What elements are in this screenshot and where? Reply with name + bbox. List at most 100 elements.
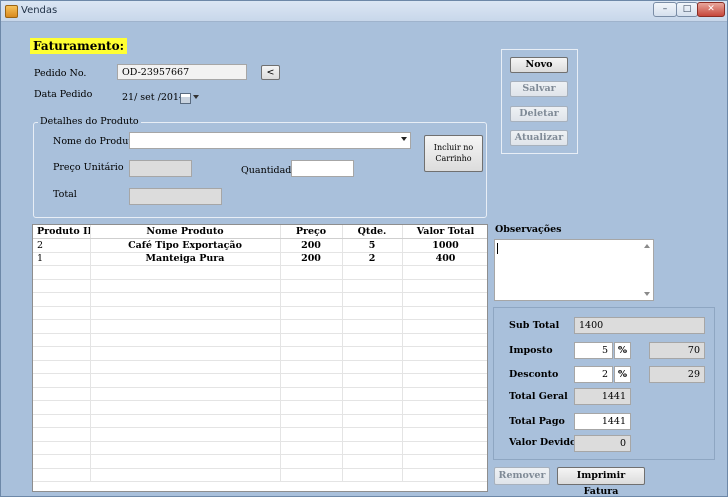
products-grid[interactable]: Produto ID Nome Produto Preço Qtde. Valo… bbox=[32, 224, 488, 492]
empty-cell bbox=[402, 360, 487, 374]
empty-cell bbox=[90, 333, 281, 347]
col-produto-id[interactable]: Produto ID bbox=[33, 225, 91, 239]
novo-button[interactable]: Novo bbox=[510, 57, 568, 73]
empty-cell bbox=[342, 319, 403, 334]
total-label: Total bbox=[53, 189, 77, 200]
quantidade-label: Quantidade bbox=[241, 165, 297, 176]
empty-cell bbox=[90, 279, 281, 293]
pedido-back-button[interactable]: < bbox=[261, 65, 280, 80]
empty-table-row bbox=[33, 292, 487, 307]
desconto-percent-field[interactable]: 2 bbox=[574, 366, 613, 383]
empty-table-row bbox=[33, 454, 487, 469]
empty-cell bbox=[280, 306, 343, 320]
scroll-up-icon[interactable] bbox=[644, 244, 650, 248]
desconto-label: Desconto bbox=[509, 369, 559, 380]
empty-cell bbox=[33, 400, 91, 415]
calendar-icon[interactable] bbox=[180, 93, 191, 104]
empty-cell bbox=[280, 427, 343, 442]
pedido-label: Pedido No. bbox=[34, 68, 87, 79]
empty-cell bbox=[402, 279, 487, 293]
desconto-percent-symbol: % bbox=[614, 366, 631, 383]
quantidade-field[interactable] bbox=[291, 160, 354, 177]
empty-table-row bbox=[33, 346, 487, 361]
empty-rows bbox=[33, 265, 487, 482]
form-client-area: Faturamento: Pedido No. OD-23957667 < Da… bbox=[7, 22, 721, 497]
empty-cell bbox=[90, 400, 281, 415]
col-qtde[interactable]: Qtde. bbox=[342, 225, 403, 239]
empty-cell bbox=[280, 454, 343, 469]
scroll-down-icon[interactable] bbox=[644, 292, 650, 296]
empty-cell bbox=[90, 414, 281, 428]
valor-devido-field[interactable]: 0 bbox=[574, 435, 631, 452]
table-header-row: Produto ID Nome Produto Preço Qtde. Valo… bbox=[33, 225, 487, 239]
deletar-button[interactable]: Deletar bbox=[510, 106, 568, 122]
empty-table-row bbox=[33, 373, 487, 388]
empty-cell bbox=[280, 414, 343, 428]
sub-total-field[interactable]: 1400 bbox=[574, 317, 705, 334]
cell-produto-id: 2 bbox=[33, 238, 91, 253]
atualizar-button[interactable]: Atualizar bbox=[510, 130, 568, 146]
incluir-carrinho-button[interactable]: Incluir no Carrinho bbox=[424, 135, 483, 172]
maximize-button[interactable]: □ bbox=[676, 2, 698, 17]
empty-cell bbox=[342, 427, 403, 442]
empty-cell bbox=[342, 279, 403, 293]
col-nome-produto[interactable]: Nome Produto bbox=[90, 225, 281, 239]
desconto-value-field[interactable]: 29 bbox=[649, 366, 705, 383]
window-title: Vendas bbox=[21, 5, 58, 16]
total-field[interactable] bbox=[129, 188, 222, 205]
remover-button[interactable]: Remover bbox=[494, 467, 550, 485]
cell-valor-total: 400 bbox=[402, 252, 487, 266]
empty-table-row bbox=[33, 306, 487, 320]
empty-cell bbox=[342, 454, 403, 469]
empty-cell bbox=[33, 468, 91, 482]
col-preco[interactable]: Preço bbox=[280, 225, 343, 239]
valor-devido-label: Valor Devido bbox=[509, 437, 577, 448]
pedido-number-field[interactable]: OD-23957667 bbox=[117, 64, 247, 80]
table-row[interactable]: 1 Manteiga Pura 200 2 400 bbox=[33, 252, 487, 266]
empty-cell bbox=[342, 414, 403, 428]
empty-cell bbox=[402, 468, 487, 482]
empty-cell bbox=[33, 292, 91, 307]
empty-cell bbox=[33, 387, 91, 401]
col-valor-total[interactable]: Valor Total bbox=[402, 225, 487, 239]
page-title: Faturamento: bbox=[30, 38, 128, 54]
empty-cell bbox=[33, 306, 91, 320]
empty-cell bbox=[280, 400, 343, 415]
close-button[interactable]: ✕ bbox=[697, 2, 725, 17]
empty-cell bbox=[402, 373, 487, 388]
empty-cell bbox=[280, 468, 343, 482]
imposto-value-field[interactable]: 70 bbox=[649, 342, 705, 359]
nome-produto-select[interactable] bbox=[129, 132, 411, 149]
total-geral-field[interactable]: 1441 bbox=[574, 388, 631, 405]
table-row[interactable]: 2 Café Tipo Exportação 200 5 1000 bbox=[33, 238, 487, 253]
imposto-percent-field[interactable]: 5 bbox=[574, 342, 613, 359]
empty-cell bbox=[33, 441, 91, 455]
preco-unitario-field[interactable] bbox=[129, 160, 192, 177]
cell-qtde: 5 bbox=[342, 238, 403, 253]
empty-cell bbox=[342, 441, 403, 455]
empty-cell bbox=[342, 292, 403, 307]
data-pedido-picker[interactable]: 21/ set /2014 bbox=[117, 89, 203, 105]
incluir-line1: Incluir no bbox=[433, 143, 474, 152]
empty-cell bbox=[402, 346, 487, 361]
cell-nome-produto: Café Tipo Exportação bbox=[90, 238, 281, 253]
observacoes-textarea[interactable] bbox=[494, 239, 654, 301]
chevron-down-icon[interactable] bbox=[193, 95, 199, 99]
empty-cell bbox=[280, 387, 343, 401]
empty-cell bbox=[280, 373, 343, 388]
empty-cell bbox=[280, 360, 343, 374]
preco-unitario-label: Preço Unitário bbox=[53, 162, 124, 173]
imposto-label: Imposto bbox=[509, 345, 553, 356]
total-pago-field[interactable]: 1441 bbox=[574, 413, 631, 430]
empty-cell bbox=[402, 319, 487, 334]
salvar-button[interactable]: Salvar bbox=[510, 81, 568, 97]
empty-cell bbox=[280, 441, 343, 455]
imprimir-fatura-button[interactable]: Imprimir Fatura bbox=[557, 467, 645, 497]
empty-cell bbox=[402, 387, 487, 401]
empty-cell bbox=[342, 333, 403, 347]
empty-cell bbox=[280, 279, 343, 293]
minimize-button[interactable]: – bbox=[653, 2, 677, 17]
empty-cell bbox=[33, 279, 91, 293]
empty-cell bbox=[90, 427, 281, 442]
app-icon bbox=[5, 5, 18, 18]
